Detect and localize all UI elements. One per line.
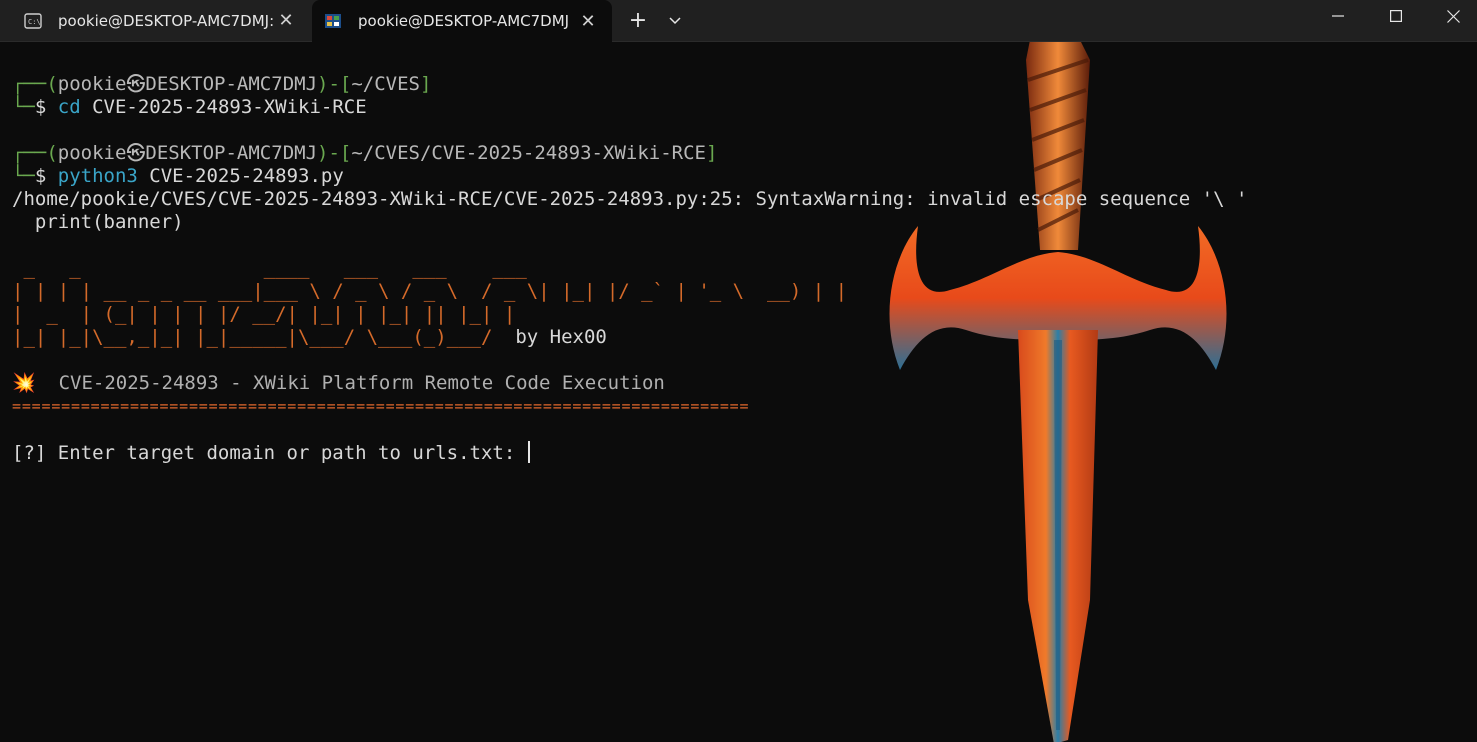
ascii-banner-line: _ _ ____ ___ ___ ___ — [12, 257, 539, 279]
title-line: 💥 CVE-2025-24893 - XWiki Platform Remote… — [12, 372, 665, 395]
exploit-title: CVE-2025-24893 - XWiki Platform Remote C… — [58, 372, 665, 394]
input-prompt: [?] Enter target domain or path to urls.… — [12, 442, 527, 464]
terminal-icon: C:\ — [24, 12, 42, 29]
sword-background-image — [889, 42, 1227, 742]
ascii-banner-line: | | | | __ _ _ __ ___|___ \ / _ \ / _ \ … — [12, 280, 848, 302]
tab-2[interactable]: pookie@DESKTOP-AMC7DMJ ✕ — [312, 0, 612, 42]
minimize-icon[interactable] — [1309, 0, 1367, 32]
warning-line: /home/pookie/CVES/CVE-2025-24893-XWiki-R… — [12, 188, 1248, 210]
input-prompt-line[interactable]: [?] Enter target domain or path to urls.… — [12, 441, 530, 465]
terminal-window: C:\ pookie@DESKTOP-AMC7DMJ: ✕ pookie@DES… — [0, 0, 1477, 742]
tab-1[interactable]: C:\ pookie@DESKTOP-AMC7DMJ: ✕ — [12, 0, 310, 41]
tab-title: pookie@DESKTOP-AMC7DMJ — [358, 12, 570, 30]
kali-icon — [324, 13, 342, 29]
new-tab-button[interactable]: + — [624, 0, 652, 41]
close-icon[interactable] — [1424, 0, 1477, 32]
warning-code-line: print(banner) — [12, 211, 184, 233]
close-tab-icon[interactable]: ✕ — [578, 11, 598, 32]
close-tab-icon[interactable]: ✕ — [276, 10, 296, 31]
title-bar: C:\ pookie@DESKTOP-AMC7DMJ: ✕ pookie@DES… — [0, 0, 1477, 42]
prompt-line: ┌──(pookie㉿DESKTOP-AMC7DMJ)-[~/CVES] — [12, 73, 432, 95]
ascii-banner-line: |_| |_|\__,_|_| |_|_____|\___/ \___(_)__… — [12, 326, 607, 348]
svg-text:C:\: C:\ — [28, 18, 41, 26]
ascii-banner-line: | _ | (_| | | | |/ __/| |_| | |_| || |_|… — [12, 303, 516, 325]
maximize-icon[interactable] — [1367, 0, 1425, 32]
chevron-down-icon[interactable] — [662, 0, 688, 41]
terminal-pane[interactable]: ┌──(pookie㉿DESKTOP-AMC7DMJ)-[~/CVES] └─$… — [0, 42, 1477, 742]
explosion-icon: 💥 — [12, 372, 36, 394]
prompt-line: ┌──(pookie㉿DESKTOP-AMC7DMJ)-[~/CVES/CVE-… — [12, 142, 718, 164]
byline: by Hex00 — [503, 326, 607, 348]
command-line: └─$ python3 CVE-2025-24893.py — [12, 165, 344, 187]
tab-title: pookie@DESKTOP-AMC7DMJ: — [58, 11, 275, 30]
separator-line: ========================================… — [12, 397, 750, 415]
command-line: └─$ cd CVE-2025-24893-XWiki-RCE — [12, 96, 367, 118]
text-cursor — [527, 441, 530, 463]
